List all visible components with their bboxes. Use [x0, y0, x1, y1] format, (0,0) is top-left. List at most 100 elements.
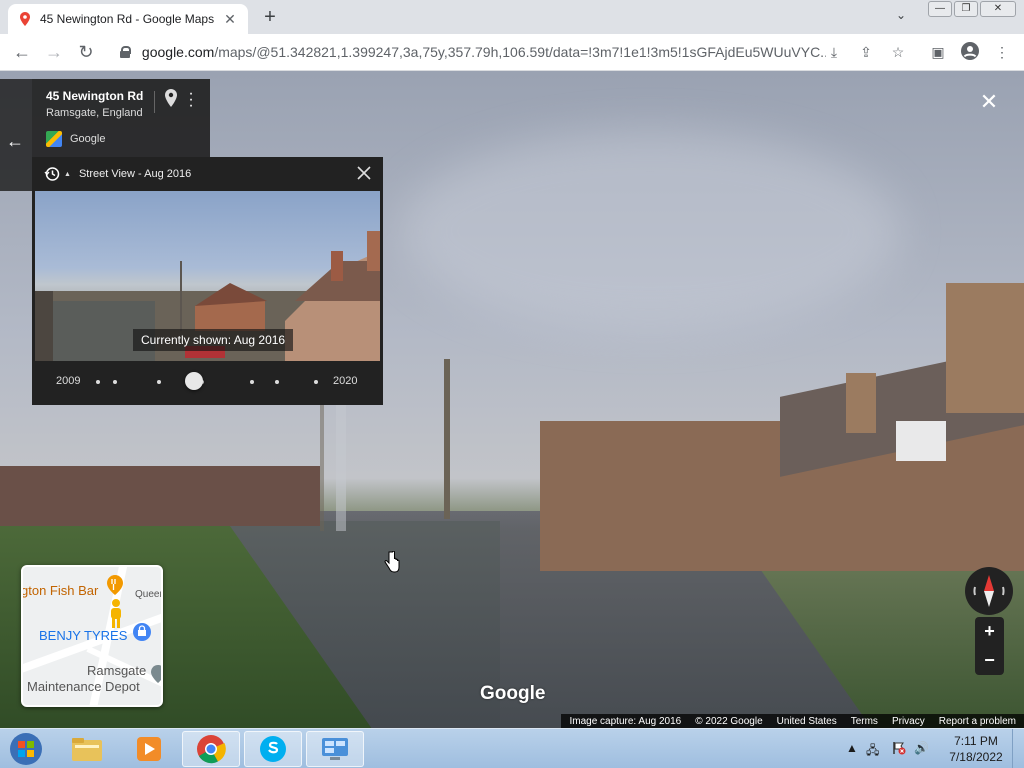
back-panel[interactable]: ←	[0, 79, 32, 191]
location-pin-icon[interactable]	[164, 89, 178, 107]
time-travel-preview-image[interactable]: Currently shown: Aug 2016	[35, 191, 380, 361]
close-time-travel-icon[interactable]	[355, 164, 373, 182]
reload-button[interactable]: ↻	[74, 40, 98, 64]
restore-button[interactable]: ❐	[954, 1, 978, 17]
timeline-end-year: 2020	[333, 375, 358, 387]
start-button[interactable]	[6, 730, 46, 768]
timeline-dot[interactable]	[113, 380, 117, 384]
region-link[interactable]: United States	[777, 716, 837, 727]
history-clock-icon[interactable]	[44, 166, 60, 182]
mini-map-label-tyres: BENJY TYRES	[39, 628, 128, 643]
profile-avatar-icon[interactable]	[960, 42, 980, 62]
time-travel-panel: ▲ Street View - Aug 2016 Currently shown…	[32, 157, 383, 405]
timeline-track[interactable]	[98, 382, 314, 383]
timeline-start-year: 2009	[56, 375, 81, 387]
share-icon[interactable]: ⇪	[856, 42, 876, 62]
browser-menu-icon[interactable]: ⋮	[992, 42, 1012, 62]
restaurant-pin-icon	[107, 575, 123, 595]
close-window-button[interactable]: ✕	[980, 1, 1016, 17]
tab-close-icon[interactable]: ✕	[222, 11, 238, 28]
side-panel-icon[interactable]: ▣	[928, 42, 948, 62]
install-app-icon[interactable]: ⤓	[824, 42, 844, 62]
card-divider	[154, 91, 155, 113]
mini-map[interactable]: gton Fish Bar Queens BENJY TYRES Ramsgat…	[21, 565, 163, 707]
clock-date: 7/18/2022	[949, 750, 1003, 764]
time-travel-header[interactable]: ▲ Street View - Aug 2016	[32, 157, 383, 191]
bookmark-star-icon[interactable]: ☆	[888, 42, 908, 62]
control-panel-icon	[322, 738, 348, 760]
google-maps-brand[interactable]: Google	[46, 131, 105, 147]
taskbar-skype[interactable]	[244, 731, 302, 767]
folder-icon	[72, 738, 102, 761]
url-text[interactable]: google.com/maps/@51.342821,1.399247,3a,7…	[142, 44, 826, 60]
compass-control[interactable]	[965, 567, 1013, 615]
address-subtitle: Ramsgate, England	[46, 107, 143, 119]
currently-shown-caption: Currently shown: Aug 2016	[133, 329, 294, 351]
action-center-flag-icon[interactable]	[892, 741, 906, 758]
timeline-dot[interactable]	[96, 380, 100, 384]
browser-tab-maps[interactable]: 45 Newington Rd - Google Maps ✕	[8, 4, 248, 34]
tab-title: 45 Newington Rd - Google Maps	[40, 12, 215, 26]
hand-cursor-icon	[384, 550, 400, 573]
compass-needle-icon[interactable]	[965, 567, 1013, 615]
media-player-icon	[137, 737, 161, 761]
shop-pin-icon	[133, 623, 151, 641]
taskbar-control-panel[interactable]	[306, 731, 364, 767]
tray-overflow-icon[interactable]: ▲	[846, 741, 858, 755]
clock-time: 7:11 PM	[954, 734, 998, 748]
zoom-in-button[interactable]: +	[975, 617, 1004, 646]
back-arrow-icon[interactable]: ←	[6, 131, 24, 152]
pegman-icon	[109, 599, 123, 629]
mini-map-label-street: Queens	[135, 589, 161, 600]
show-desktop-button[interactable]	[1012, 729, 1024, 768]
google-maps-favicon-icon	[20, 12, 30, 26]
taskbar-chrome[interactable]	[182, 731, 240, 767]
time-travel-title: Street View - Aug 2016	[78, 168, 192, 180]
street-view-panorama[interactable]: ✕ ← 45 Newington Rd Ramsgate, England · ·…	[0, 71, 1024, 728]
zoom-out-button[interactable]: −	[975, 646, 1004, 675]
network-icon[interactable]: 🖧	[866, 741, 879, 762]
brand-label: Google	[70, 133, 106, 145]
timeline-dot[interactable]	[250, 380, 254, 384]
new-tab-button[interactable]: +	[258, 6, 282, 30]
mini-map-label-depot-1: Ramsgate	[87, 663, 147, 678]
zoom-controls: + −	[975, 617, 1004, 675]
forward-button[interactable]: →	[42, 40, 66, 64]
taskbar-media-player[interactable]	[120, 731, 178, 767]
timeline-dot[interactable]	[275, 380, 279, 384]
windows-logo-icon	[10, 733, 42, 765]
minimize-button[interactable]: —	[928, 1, 952, 17]
volume-icon[interactable]: 🔊	[914, 741, 929, 755]
window-dormer	[896, 421, 946, 461]
skype-icon	[260, 736, 286, 762]
terms-link[interactable]: Terms	[851, 716, 878, 727]
google-watermark: Google	[480, 683, 546, 704]
windows-taskbar: ▲ 🖧 🔊 7:11 PM 7/18/2022	[0, 728, 1024, 768]
mini-map-label-depot-2: Maintenance Depot	[27, 679, 140, 694]
telegraph-pole	[444, 359, 450, 519]
address-bar[interactable]: google.com/maps/@51.342821,1.399247,3a,7…	[110, 39, 826, 65]
mini-map-label-fish-bar: gton Fish Bar	[21, 583, 99, 598]
map-footer-bar: Image capture: Aug 2016 © 2022 Google Un…	[561, 714, 1024, 728]
lamp-post	[320, 391, 324, 531]
system-clock[interactable]: 7:11 PM 7/18/2022	[948, 733, 1004, 765]
chimney-small	[846, 373, 876, 433]
browser-toolbar: ← → ↻ google.com/maps/@51.342821,1.39924…	[0, 34, 1024, 71]
privacy-link[interactable]: Privacy	[892, 716, 925, 727]
house-left	[0, 466, 320, 526]
close-street-view-icon[interactable]: ✕	[978, 91, 1000, 113]
report-problem-link[interactable]: Report a problem	[939, 716, 1016, 727]
depot-pin-icon	[151, 665, 161, 683]
google-maps-logo-icon	[46, 131, 62, 147]
tab-strip: 45 Newington Rd - Google Maps ✕ + ⌄ — ❐ …	[0, 0, 1024, 34]
tab-search-chevron-icon[interactable]: ⌄	[896, 8, 906, 22]
taskbar-explorer[interactable]	[58, 731, 116, 767]
chimney-large	[946, 283, 1024, 413]
more-options-icon[interactable]: · · ·	[186, 86, 196, 114]
timeline-slider-thumb[interactable]	[184, 372, 203, 390]
back-button[interactable]: ←	[10, 40, 34, 64]
timeline-dot[interactable]	[157, 380, 161, 384]
timeline-dot[interactable]	[314, 380, 318, 384]
caret-up-icon[interactable]: ▲	[64, 171, 71, 178]
lock-icon[interactable]	[120, 46, 131, 58]
